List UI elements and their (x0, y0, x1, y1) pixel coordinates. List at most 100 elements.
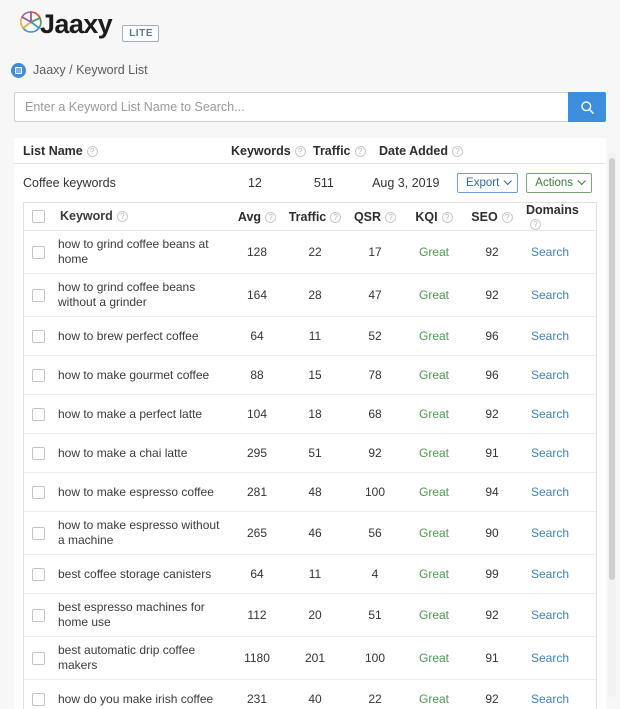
cell-kqi: Great (418, 692, 449, 706)
cell-domains-search-link[interactable]: Search (520, 651, 590, 665)
table-row[interactable]: how to make a chai latte 295 51 92 Great 91 Se… (24, 434, 596, 473)
search-bar (14, 92, 606, 122)
lite-badge: LITE (122, 25, 160, 42)
keyword-table-header: Keyword? Avg? Traffic? QSR? KQI? SEO? Do… (24, 203, 596, 231)
help-icon[interactable]: ? (116, 211, 128, 222)
cell-avg: 265 (246, 526, 268, 540)
table-row[interactable]: how to grind coffee beans without a grin… (24, 274, 596, 317)
cell-domains-search-link[interactable]: Search (520, 288, 590, 302)
table-row[interactable]: how to grind coffee beans at home 128 22 17… (24, 231, 596, 274)
cell-qsr: 68 (368, 407, 382, 421)
cell-domains-search-link[interactable]: Search (520, 608, 590, 622)
keyword-table-body: how to grind coffee beans at home 128 22 17… (24, 231, 596, 709)
cell-domains-search-link[interactable]: Search (520, 329, 590, 343)
cell-qsr: 47 (368, 288, 382, 302)
help-icon[interactable]: ? (354, 145, 366, 157)
export-button[interactable]: Export (457, 173, 519, 193)
table-row[interactable]: how to make espresso coffee 281 48 100 Great… (24, 473, 596, 512)
help-icon[interactable]: ? (265, 211, 277, 223)
row-checkbox[interactable] (32, 368, 45, 382)
page-scrollbar-thumb[interactable] (609, 158, 615, 580)
column-header-qsr: QSR? (346, 210, 404, 224)
cell-keyword: how to make espresso coffee (58, 484, 214, 499)
column-header-kqi: KQI? (404, 210, 464, 224)
help-icon[interactable]: ? (501, 211, 513, 223)
cell-domains-search-link[interactable]: Search (520, 368, 590, 382)
table-row[interactable]: best automatic drip coffee makers 1180 201… (24, 637, 596, 680)
help-icon[interactable]: ? (385, 211, 397, 223)
select-all-checkbox[interactable] (32, 210, 45, 223)
cell-keyword: how to brew perfect coffee (58, 328, 199, 343)
column-header-traffic: Traffic? (313, 144, 379, 158)
row-checkbox[interactable] (32, 651, 45, 665)
list-name-value: Coffee keywords (23, 176, 116, 190)
cell-seo: 92 (485, 608, 499, 622)
table-row[interactable]: how do you make irish coffee 231 40 22 Great… (24, 680, 596, 709)
cell-traffic: 11 (308, 329, 322, 343)
column-header-keyword: Keyword? (58, 209, 230, 224)
cell-domains-search-link[interactable]: Search (520, 526, 590, 540)
cell-domains-search-link[interactable]: Search (520, 485, 590, 499)
list-table-header: List Name? Keywords? Traffic? Date Added… (14, 138, 606, 164)
cell-keyword: how to grind coffee beans without a grin… (58, 280, 196, 309)
table-row[interactable]: best espresso machines for home use 112 20… (24, 594, 596, 637)
help-icon[interactable]: ? (294, 145, 306, 157)
cell-domains-search-link[interactable]: Search (520, 407, 590, 421)
table-row[interactable]: how to make gourmet coffee 88 15 78 Great 96 S… (24, 356, 596, 395)
row-select-cell (32, 692, 58, 706)
search-input[interactable] (14, 92, 568, 122)
row-select-cell (32, 407, 58, 421)
keyword-list-panel: List Name? Keywords? Traffic? Date Added… (14, 138, 606, 709)
cell-domains-search-link[interactable]: Search (520, 567, 590, 581)
cell-seo: 96 (485, 368, 499, 382)
table-row[interactable]: how to make a perfect latte 104 18 68 Great 9… (24, 395, 596, 434)
actions-button[interactable]: Actions (526, 173, 592, 193)
cell-kqi: Great (418, 368, 449, 382)
cell-keyword: how to make a chai latte (58, 445, 188, 460)
cell-kqi: Great (418, 329, 449, 343)
help-icon[interactable]: ? (452, 145, 463, 157)
cell-keyword: how to grind coffee beans at home (58, 237, 209, 266)
help-icon[interactable]: ? (530, 218, 541, 230)
help-icon[interactable]: ? (330, 211, 342, 223)
row-checkbox[interactable] (32, 245, 45, 259)
help-icon[interactable]: ? (86, 145, 98, 157)
row-checkbox[interactable] (32, 692, 45, 706)
cell-seo: 92 (485, 692, 499, 706)
table-row[interactable]: best coffee storage canisters 64 11 4 Great 9… (24, 555, 596, 594)
list-circle-icon (11, 62, 26, 78)
list-table-row[interactable]: Coffee keywords 12 511 Aug 3, 2019 Expor… (14, 164, 606, 202)
row-checkbox[interactable] (32, 407, 45, 421)
table-row[interactable]: how to brew perfect coffee 64 11 52 Great 96 S… (24, 317, 596, 356)
row-select-cell (32, 608, 58, 622)
search-button[interactable] (568, 92, 606, 122)
row-checkbox[interactable] (32, 608, 45, 622)
help-icon[interactable]: ? (441, 211, 453, 223)
cell-avg: 128 (246, 245, 268, 259)
row-checkbox[interactable] (32, 288, 45, 302)
cell-domains-search-link[interactable]: Search (520, 692, 590, 706)
table-row[interactable]: how to make espresso without a machine 26… (24, 512, 596, 555)
row-checkbox[interactable] (32, 567, 45, 581)
row-checkbox[interactable] (32, 526, 45, 540)
logo[interactable]: Jaaxy (16, 8, 113, 39)
cell-domains-search-link[interactable]: Search (520, 245, 590, 259)
cell-kqi: Great (418, 526, 449, 540)
cell-kqi: Great (418, 288, 449, 302)
list-date-added-value: Aug 3, 2019 (372, 176, 440, 190)
row-checkbox[interactable] (32, 329, 45, 343)
breadcrumb-label: Jaaxy / Keyword List (33, 63, 148, 77)
cell-kqi: Great (418, 245, 449, 259)
row-checkbox[interactable] (32, 446, 45, 460)
cell-kqi: Great (418, 485, 449, 499)
cell-traffic: 28 (308, 288, 322, 302)
cell-seo: 94 (485, 485, 499, 499)
select-all-cell (32, 210, 58, 223)
cell-qsr: 78 (368, 368, 382, 382)
breadcrumb: Jaaxy / Keyword List (0, 58, 620, 82)
cell-traffic: 11 (308, 567, 322, 581)
cell-domains-search-link[interactable]: Search (520, 446, 590, 460)
row-checkbox[interactable] (32, 485, 45, 499)
row-select-cell (32, 288, 58, 302)
column-header-avg: Avg? (230, 210, 284, 224)
